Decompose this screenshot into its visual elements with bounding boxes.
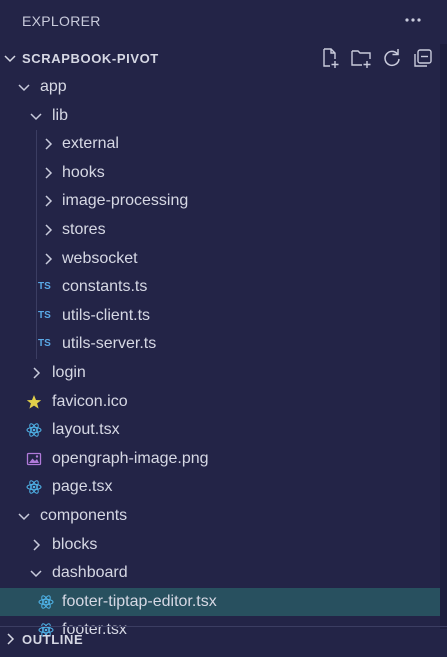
typescript-icon: TS xyxy=(38,281,51,293)
explorer-header: EXPLORER xyxy=(0,0,447,44)
tree-item-label: lib xyxy=(52,106,69,124)
tree-item-label: login xyxy=(52,364,86,381)
tree-item-label: utils-server.ts xyxy=(62,335,157,353)
chevron-down-icon xyxy=(2,50,18,66)
tree-item-label: footer-tiptap-editor.tsx xyxy=(62,592,217,610)
tree-item-label: dashboard xyxy=(52,564,128,582)
tree-item-label: external xyxy=(62,135,119,153)
folder-item[interactable]: blocks xyxy=(0,531,440,559)
image-icon xyxy=(26,451,42,467)
file-item[interactable]: opengraph-image.png xyxy=(0,445,440,473)
outline-section-header[interactable]: OUTLINE xyxy=(0,625,447,653)
chevron-down-icon xyxy=(28,108,44,124)
workspace-name: SCRAPBOOK-PIVOT xyxy=(22,51,159,66)
tree-item-label: opengraph-image.png xyxy=(52,449,209,467)
react-icon xyxy=(38,594,54,610)
folder-item[interactable]: external xyxy=(0,130,440,158)
tree-item-label: stores xyxy=(62,221,106,238)
chevron-right-icon xyxy=(40,251,56,267)
chevron-right-icon xyxy=(40,222,56,238)
tree-item-label: blocks xyxy=(52,535,98,553)
refresh-icon[interactable] xyxy=(381,47,403,69)
explorer-title: EXPLORER xyxy=(22,13,101,29)
folder-item[interactable]: dashboard xyxy=(0,559,440,587)
file-item[interactable]: footer-tiptap-editor.tsx xyxy=(0,587,440,616)
outline-label: OUTLINE xyxy=(22,632,84,647)
tree-item-label: utils-client.ts xyxy=(62,306,151,324)
folder-item[interactable]: app xyxy=(0,73,440,101)
workspace-section-header[interactable]: SCRAPBOOK-PIVOT xyxy=(0,44,447,72)
file-item[interactable]: TS utils-server.ts xyxy=(0,330,440,358)
folder-item[interactable]: components xyxy=(0,502,440,530)
folder-item[interactable]: lib xyxy=(0,102,440,130)
new-folder-icon[interactable] xyxy=(350,47,372,69)
indent-guide xyxy=(36,130,37,359)
collapse-all-icon[interactable] xyxy=(412,47,434,69)
typescript-icon: TS xyxy=(38,338,51,350)
chevron-right-icon xyxy=(40,136,56,152)
tree-item-label: websocket xyxy=(62,249,138,267)
chevron-down-icon xyxy=(28,565,44,581)
file-item[interactable]: layout.tsx xyxy=(0,416,440,444)
chevron-down-icon xyxy=(16,79,32,95)
folder-item[interactable]: stores xyxy=(0,216,440,244)
file-item[interactable]: favicon.ico xyxy=(0,388,440,416)
tree-item-label: hooks xyxy=(62,163,105,181)
file-item[interactable]: TS utils-client.ts xyxy=(0,302,440,330)
chevron-right-icon xyxy=(2,631,18,647)
new-file-icon[interactable] xyxy=(319,47,341,69)
chevron-right-icon xyxy=(28,365,44,381)
star-icon xyxy=(26,394,42,410)
folder-item[interactable]: websocket xyxy=(0,245,440,273)
chevron-down-icon xyxy=(16,508,32,524)
typescript-icon: TS xyxy=(38,309,51,321)
chevron-right-icon xyxy=(40,193,56,209)
react-icon xyxy=(26,422,42,438)
react-icon xyxy=(26,479,42,495)
folder-item[interactable]: hooks xyxy=(0,159,440,187)
chevron-right-icon xyxy=(40,165,56,181)
tree-item-label: image-processing xyxy=(62,192,189,210)
tree-item-label: favicon.ico xyxy=(52,392,128,410)
file-item[interactable]: TS constants.ts xyxy=(0,273,440,301)
folder-item[interactable]: image-processing xyxy=(0,187,440,215)
tree-item-label: components xyxy=(40,507,128,524)
chevron-right-icon xyxy=(28,537,44,553)
folder-item[interactable]: login xyxy=(0,359,440,387)
tree-item-label: page.tsx xyxy=(52,478,113,496)
ellipsis-icon[interactable] xyxy=(402,9,424,31)
tree-item-label: layout.tsx xyxy=(52,421,120,439)
tree-item-label: constants.ts xyxy=(62,278,148,296)
file-item[interactable]: page.tsx xyxy=(0,473,440,501)
scrollbar-track[interactable] xyxy=(440,44,447,629)
tree-item-label: app xyxy=(40,78,67,95)
